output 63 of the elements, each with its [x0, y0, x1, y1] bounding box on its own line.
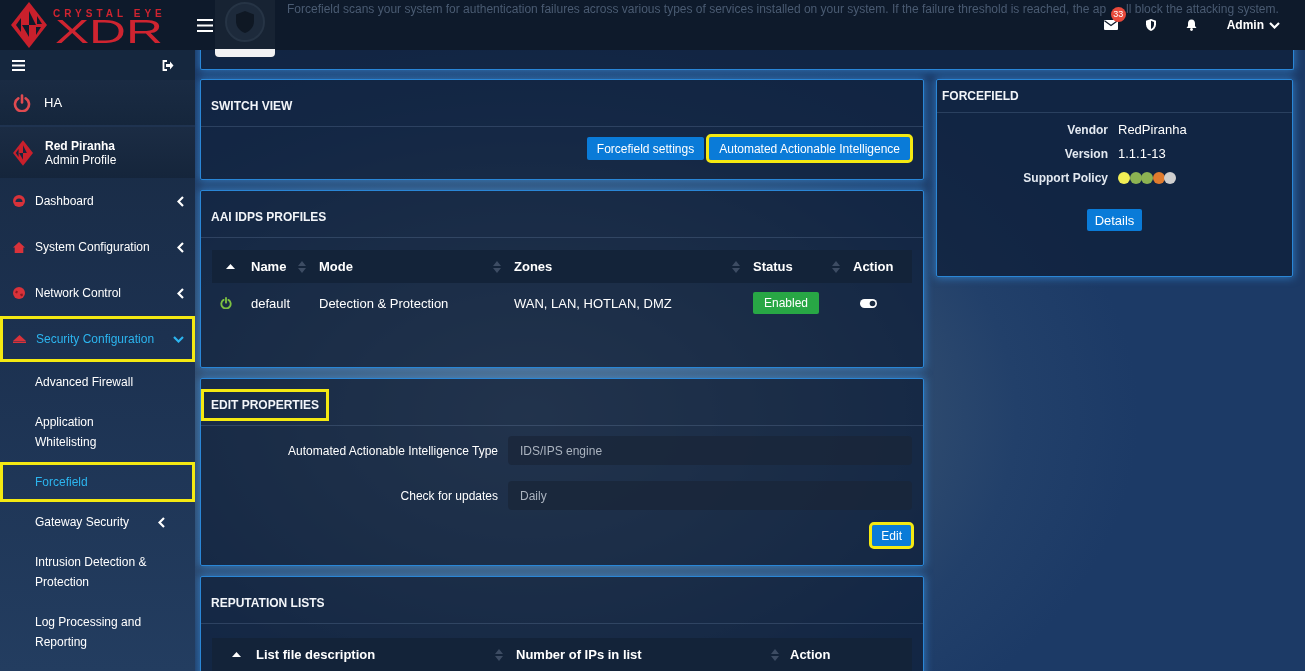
- brand-tagline: CRYSTAL EYE: [53, 8, 166, 19]
- sidebar-subitem[interactable]: Forcefield: [0, 462, 195, 502]
- edit-button[interactable]: Edit: [872, 525, 911, 546]
- panel-title: REPUTATION LISTS: [210, 594, 326, 612]
- profile-role: Admin Profile: [45, 152, 117, 167]
- description-text: ll block the attacking system.: [1126, 2, 1279, 16]
- bell-icon[interactable]: [1185, 19, 1197, 31]
- property-label: Version: [1063, 146, 1108, 163]
- view-button[interactable]: Automated Actionable Intelligence: [709, 137, 910, 160]
- logout-icon[interactable]: [162, 59, 174, 71]
- sidebar-subitem[interactable]: Log Processing and Reporting: [0, 602, 195, 662]
- column-header[interactable]: Mode: [319, 259, 353, 274]
- property-label: Vendor: [1066, 122, 1108, 139]
- notification-badge: 33: [1110, 7, 1126, 22]
- diamond-logo-icon: [13, 139, 33, 166]
- property-label: Support Policy: [1022, 170, 1108, 187]
- mountain-icon: [13, 335, 26, 343]
- sort-ascending-icon[interactable]: [226, 264, 235, 269]
- profile-name: Red Piranha: [45, 138, 117, 153]
- menu-icon[interactable]: [197, 18, 213, 32]
- column-header[interactable]: Name: [251, 259, 287, 274]
- property-value: RedPiranha: [1118, 121, 1188, 139]
- sort-ascending-icon[interactable]: [232, 652, 241, 657]
- user-menu[interactable]: Admin: [1226, 18, 1280, 32]
- chevron-down-icon: [1269, 21, 1280, 29]
- column-header[interactable]: Zones: [514, 259, 553, 274]
- power-icon: [13, 93, 31, 112]
- field-label: Automated Actionable Intelligence Type: [287, 443, 498, 458]
- toggle-switch[interactable]: [860, 298, 877, 308]
- view-button[interactable]: Forcefield settings: [586, 137, 705, 160]
- globe-icon: [13, 287, 25, 299]
- panel-title: SWITCH VIEW: [210, 97, 294, 115]
- column-header[interactable]: Status: [753, 259, 793, 274]
- sidebar-item[interactable]: Security Configuration: [0, 316, 195, 362]
- details-button[interactable]: Details: [1086, 209, 1143, 231]
- mail-icon[interactable]: [1103, 20, 1118, 30]
- sidebar-subitem[interactable]: Application Whitelisting: [0, 402, 195, 462]
- column-header[interactable]: Action: [790, 647, 831, 662]
- house-icon: [13, 241, 25, 253]
- column-header[interactable]: List file description: [256, 647, 376, 662]
- sidebar-item[interactable]: Dashboard: [0, 178, 195, 224]
- sidebar-item[interactable]: System Configuration: [0, 224, 195, 270]
- menu-icon[interactable]: [12, 59, 25, 71]
- column-header[interactable]: Number of IPs in list: [516, 647, 642, 662]
- table-cell: WAN, LAN, HOTLAN, DMZ: [514, 295, 672, 311]
- table-cell: default: [251, 295, 291, 311]
- power-icon[interactable]: [220, 297, 232, 309]
- status-badge: Enabled: [753, 292, 820, 314]
- property-value: 1.1.1-13: [1118, 145, 1167, 163]
- table-cell: Detection & Protection: [319, 295, 449, 311]
- field-label: Check for updates: [399, 488, 498, 503]
- sidebar-item[interactable]: Network Control: [0, 270, 195, 316]
- description-text: Forcefield scans your system for authentication failures across various types of services installed on your system. If the failure threshold is reached, the ap: [287, 2, 1107, 16]
- panel-title: FORCEFIELD: [941, 88, 1020, 105]
- sidebar-subitem[interactable]: Gateway Security: [0, 502, 195, 542]
- sidebar-subitem[interactable]: Advanced Firewall: [0, 362, 195, 402]
- brand-name: XDR: [55, 19, 163, 45]
- column-header[interactable]: Action: [853, 259, 894, 274]
- gauge-icon: [13, 195, 25, 207]
- panel-title: EDIT PROPERTIES: [204, 391, 327, 418]
- sidebar-subitem[interactable]: Intrusion Detection & Protection: [0, 542, 195, 602]
- shield-icon[interactable]: [1145, 19, 1156, 31]
- panel-title: AAI IDPS PROFILES: [210, 208, 328, 226]
